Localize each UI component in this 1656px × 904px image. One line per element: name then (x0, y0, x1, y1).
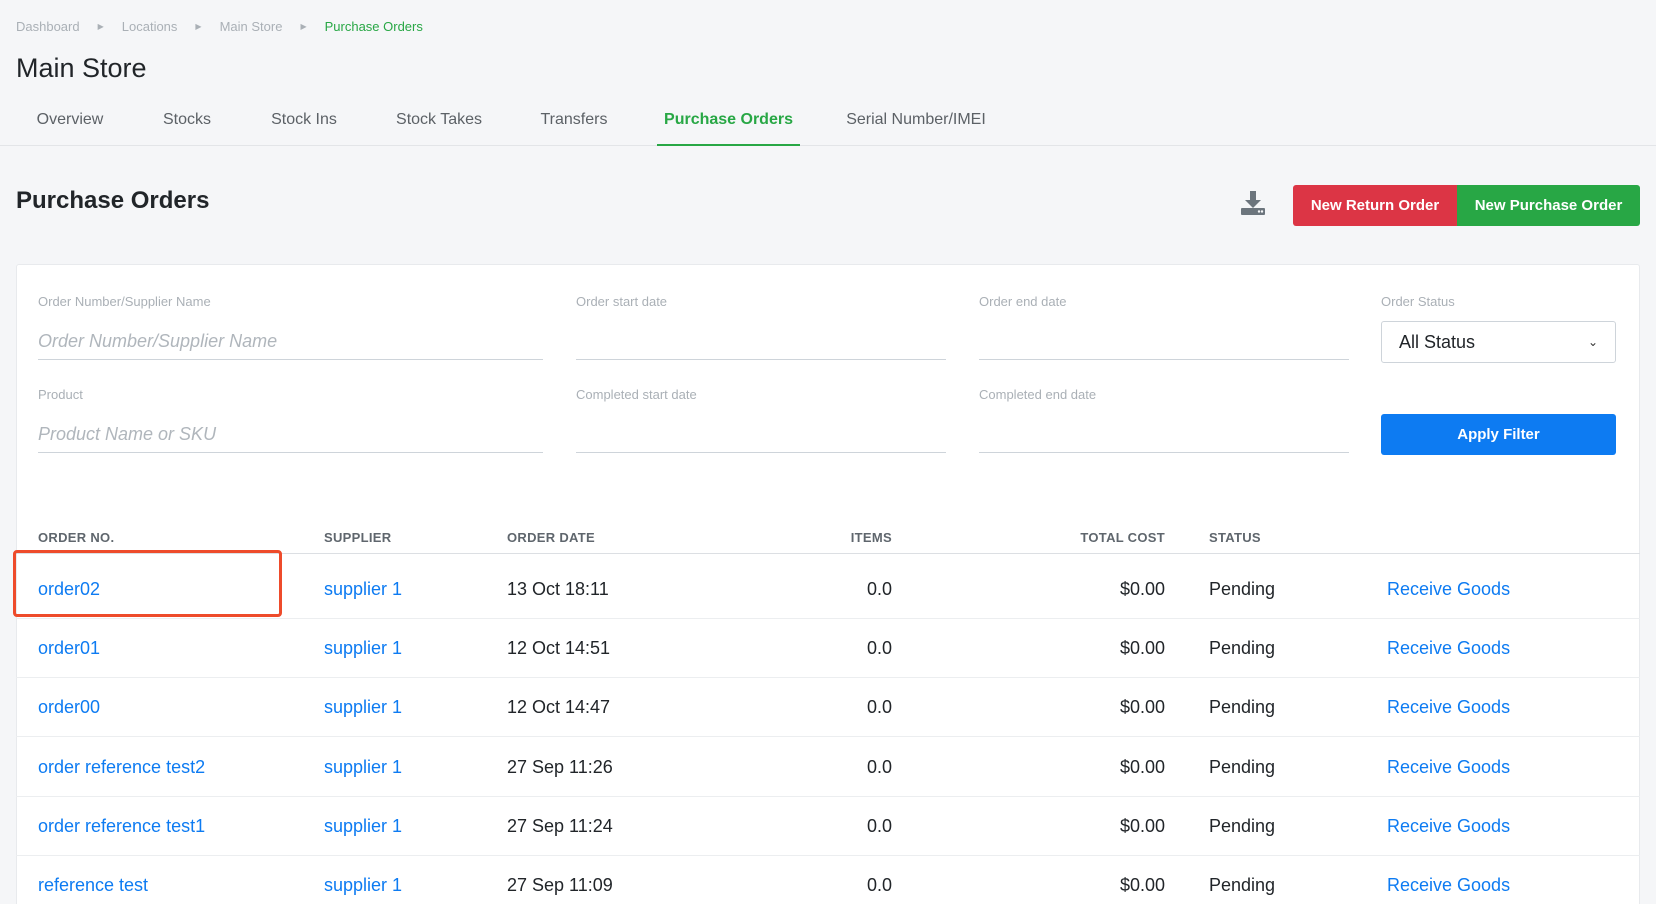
breadcrumb-separator-icon: ▶ (300, 22, 307, 31)
breadcrumb-item-purchase-orders: Purchase Orders (324, 19, 423, 34)
tab-stock-takes[interactable]: Stock Takes (389, 100, 489, 146)
order-start-date-input[interactable] (576, 324, 946, 360)
order-status-value: All Status (1399, 331, 1476, 352)
order-number-link[interactable]: order01 (38, 619, 100, 678)
tab-purchase-orders[interactable]: Purchase Orders (657, 100, 800, 146)
receive-goods-link[interactable]: Receive Goods (1387, 856, 1510, 904)
order-number-link[interactable]: order reference test2 (38, 738, 205, 797)
total-cost: $0.00 (1119, 697, 1165, 717)
order-number-link[interactable]: order00 (38, 678, 100, 737)
order-search-input[interactable] (38, 324, 543, 360)
order-date: 27 Sep 11:09 (507, 875, 613, 895)
table-row: order reference test2 supplier 1 27 Sep … (16, 738, 1640, 797)
completed-start-date-label: Completed start date (576, 387, 697, 402)
status-text: Pending (1209, 579, 1276, 599)
receive-goods-link[interactable]: Receive Goods (1387, 797, 1510, 856)
download-icon[interactable] (1240, 190, 1266, 216)
order-date: 13 Oct 18:11 (507, 579, 609, 599)
column-header-total-cost: TOTAL COST (1080, 530, 1165, 545)
breadcrumb-item-locations[interactable]: Locations (122, 19, 178, 34)
breadcrumb-item-dashboard[interactable]: Dashboard (16, 19, 80, 34)
breadcrumb-separator-icon: ▶ (195, 22, 202, 31)
table-row: reference test supplier 1 27 Sep 11:09 0… (16, 856, 1640, 904)
order-date: 27 Sep 11:24 (507, 816, 613, 836)
location-tabs: Overview Stocks Stock Ins Stock Takes Tr… (0, 100, 1656, 146)
table-row: order reference test1 supplier 1 27 Sep … (16, 797, 1640, 856)
receive-goods-link[interactable]: Receive Goods (1387, 560, 1510, 619)
items-count: 0.0 (866, 697, 892, 717)
order-status-label: Order Status (1381, 294, 1455, 309)
completed-end-date-input[interactable] (979, 417, 1349, 453)
items-count: 0.0 (866, 638, 892, 658)
table-row: order00 supplier 1 12 Oct 14:47 0.0 $0.0… (16, 678, 1640, 737)
receive-goods-link[interactable]: Receive Goods (1387, 619, 1510, 678)
column-header-order-date: ORDER DATE (507, 530, 595, 545)
order-search-label: Order Number/Supplier Name (38, 294, 211, 309)
order-end-date-label: Order end date (979, 294, 1067, 309)
tab-serial-number-imei[interactable]: Serial Number/IMEI (842, 100, 990, 146)
breadcrumb-separator-icon: ▶ (97, 22, 104, 31)
status-text: Pending (1209, 697, 1276, 717)
total-cost: $0.00 (1119, 638, 1165, 658)
items-count: 0.0 (866, 757, 892, 777)
order-start-date-label: Order start date (576, 294, 668, 309)
breadcrumb-item-main-store[interactable]: Main Store (220, 19, 283, 34)
new-return-order-button[interactable]: New Return Order (1293, 185, 1457, 226)
order-status-select[interactable]: All Status ⌄ (1381, 321, 1616, 363)
items-count: 0.0 (866, 579, 892, 599)
order-date: 27 Sep 11:26 (507, 757, 613, 777)
tab-stock-ins[interactable]: Stock Ins (264, 100, 344, 146)
total-cost: $0.00 (1119, 816, 1165, 836)
order-number-link[interactable]: order reference test1 (38, 797, 205, 856)
completed-end-date-label: Completed end date (979, 387, 1097, 402)
total-cost: $0.00 (1119, 757, 1165, 777)
tab-stocks[interactable]: Stocks (152, 100, 222, 146)
chevron-down-icon: ⌄ (1587, 335, 1598, 349)
new-purchase-order-button[interactable]: New Purchase Order (1457, 185, 1640, 226)
apply-filter-button[interactable]: Apply Filter (1381, 414, 1616, 455)
order-date: 12 Oct 14:47 (507, 697, 611, 717)
status-text: Pending (1209, 757, 1276, 777)
supplier-link[interactable]: supplier 1 (324, 678, 402, 737)
product-label: Product (38, 387, 83, 402)
completed-start-date-input[interactable] (576, 417, 946, 453)
order-end-date-input[interactable] (979, 324, 1349, 360)
receive-goods-link[interactable]: Receive Goods (1387, 738, 1510, 797)
tab-overview[interactable]: Overview (27, 100, 113, 146)
supplier-link[interactable]: supplier 1 (324, 619, 402, 678)
receive-goods-link[interactable]: Receive Goods (1387, 678, 1510, 737)
status-text: Pending (1209, 816, 1276, 836)
order-number-link[interactable]: reference test (38, 856, 148, 904)
table-row: order01 supplier 1 12 Oct 14:51 0.0 $0.0… (16, 619, 1640, 678)
column-header-status: STATUS (1209, 530, 1261, 545)
supplier-link[interactable]: supplier 1 (324, 560, 402, 619)
table-row: order02 supplier 1 13 Oct 18:11 0.0 $0.0… (16, 560, 1640, 619)
tab-transfers[interactable]: Transfers (534, 100, 614, 146)
order-date: 12 Oct 14:51 (507, 638, 611, 658)
status-text: Pending (1209, 875, 1276, 895)
supplier-link[interactable]: supplier 1 (324, 797, 402, 856)
product-input[interactable] (38, 417, 543, 453)
column-header-items: ITEMS (850, 530, 892, 545)
total-cost: $0.00 (1119, 875, 1165, 895)
breadcrumb: Dashboard ▶ Locations ▶ Main Store ▶ Pur… (16, 19, 423, 34)
items-count: 0.0 (866, 816, 892, 836)
supplier-link[interactable]: supplier 1 (324, 738, 402, 797)
page-title: Main Store (16, 53, 147, 83)
table-header-divider (16, 553, 1640, 554)
status-text: Pending (1209, 638, 1276, 658)
items-count: 0.0 (866, 875, 892, 895)
order-number-link[interactable]: order02 (38, 560, 100, 619)
column-header-order-no: ORDER NO. (38, 530, 115, 545)
supplier-link[interactable]: supplier 1 (324, 856, 402, 904)
total-cost: $0.00 (1119, 579, 1165, 599)
section-title: Purchase Orders (16, 187, 210, 214)
column-header-supplier: SUPPLIER (324, 530, 392, 545)
